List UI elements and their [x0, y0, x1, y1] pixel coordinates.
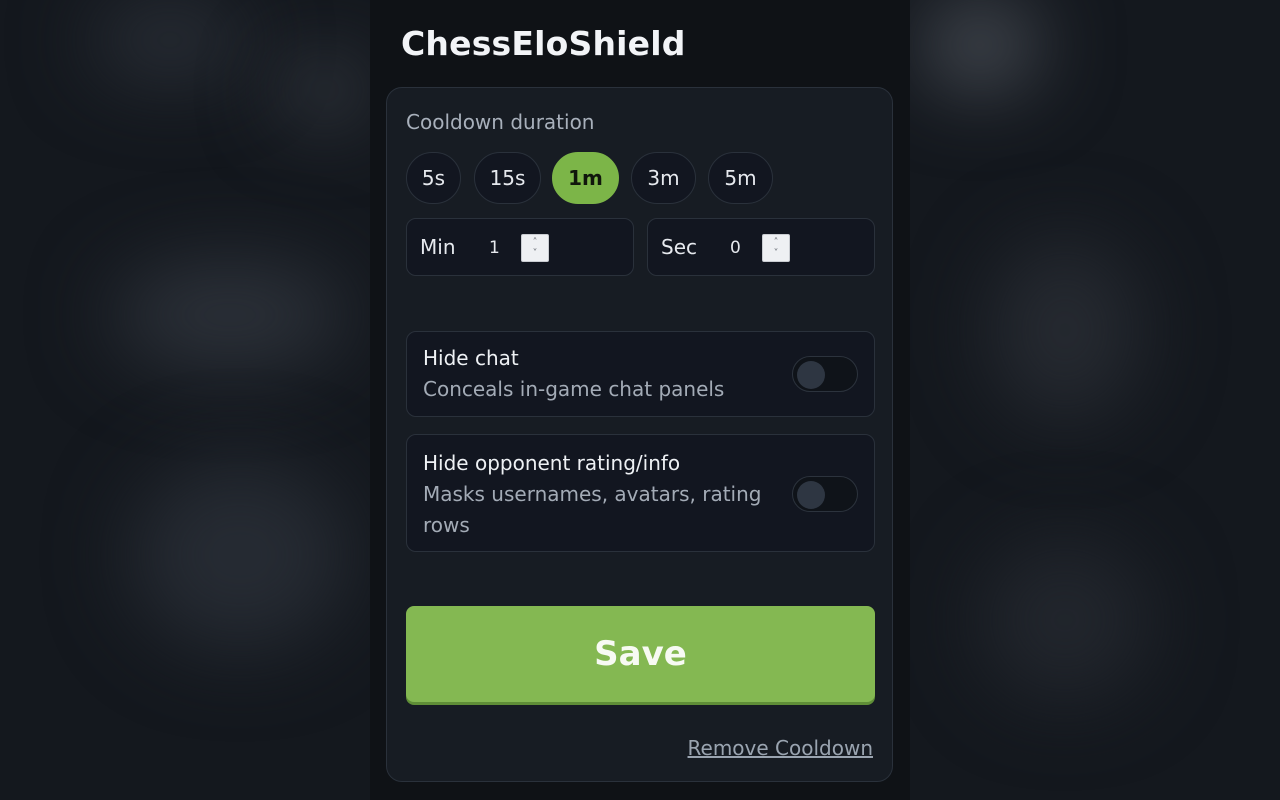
seconds-field[interactable]: Sec 0 ˄ ˅	[647, 218, 875, 276]
settings-card: Cooldown duration 5s 15s 1m 3m 5m Min 1 …	[386, 87, 893, 782]
minutes-field[interactable]: Min 1 ˄ ˅	[406, 218, 634, 276]
hide-opponent-toggle[interactable]	[792, 476, 858, 512]
minutes-spinner[interactable]: ˄ ˅	[521, 234, 549, 262]
chevron-up-icon[interactable]: ˄	[774, 237, 779, 248]
hide-chat-description: Conceals in-game chat panels	[423, 377, 725, 401]
app-title: ChessEloShield	[401, 24, 686, 63]
hide-opponent-title: Hide opponent rating/info	[423, 451, 681, 475]
save-button[interactable]: Save	[406, 606, 875, 702]
hide-opponent-row: Hide opponent rating/info Masks username…	[406, 434, 875, 552]
minutes-label: Min	[420, 235, 456, 259]
preset-5m[interactable]: 5m	[708, 152, 773, 204]
seconds-spinner[interactable]: ˄ ˅	[762, 234, 790, 262]
toggle-knob	[797, 481, 825, 509]
preset-1m[interactable]: 1m	[552, 152, 619, 204]
hide-chat-title: Hide chat	[423, 346, 519, 370]
seconds-value[interactable]: 0	[730, 238, 741, 258]
cooldown-label: Cooldown duration	[406, 110, 595, 134]
chevron-down-icon[interactable]: ˅	[774, 248, 779, 259]
extension-popup: ChessEloShield Cooldown duration 5s 15s …	[370, 0, 910, 800]
preset-15s[interactable]: 15s	[474, 152, 541, 204]
hide-opponent-description: Masks usernames, avatars, rating rows	[423, 482, 762, 537]
preset-5s[interactable]: 5s	[406, 152, 461, 204]
toggle-knob	[797, 361, 825, 389]
chevron-up-icon[interactable]: ˄	[533, 237, 538, 248]
hide-chat-row: Hide chat Conceals in-game chat panels	[406, 331, 875, 417]
minutes-value[interactable]: 1	[489, 238, 500, 258]
chevron-down-icon[interactable]: ˅	[533, 248, 538, 259]
preset-3m[interactable]: 3m	[631, 152, 696, 204]
seconds-label: Sec	[661, 235, 697, 259]
remove-cooldown-link[interactable]: Remove Cooldown	[688, 736, 873, 760]
hide-chat-toggle[interactable]	[792, 356, 858, 392]
